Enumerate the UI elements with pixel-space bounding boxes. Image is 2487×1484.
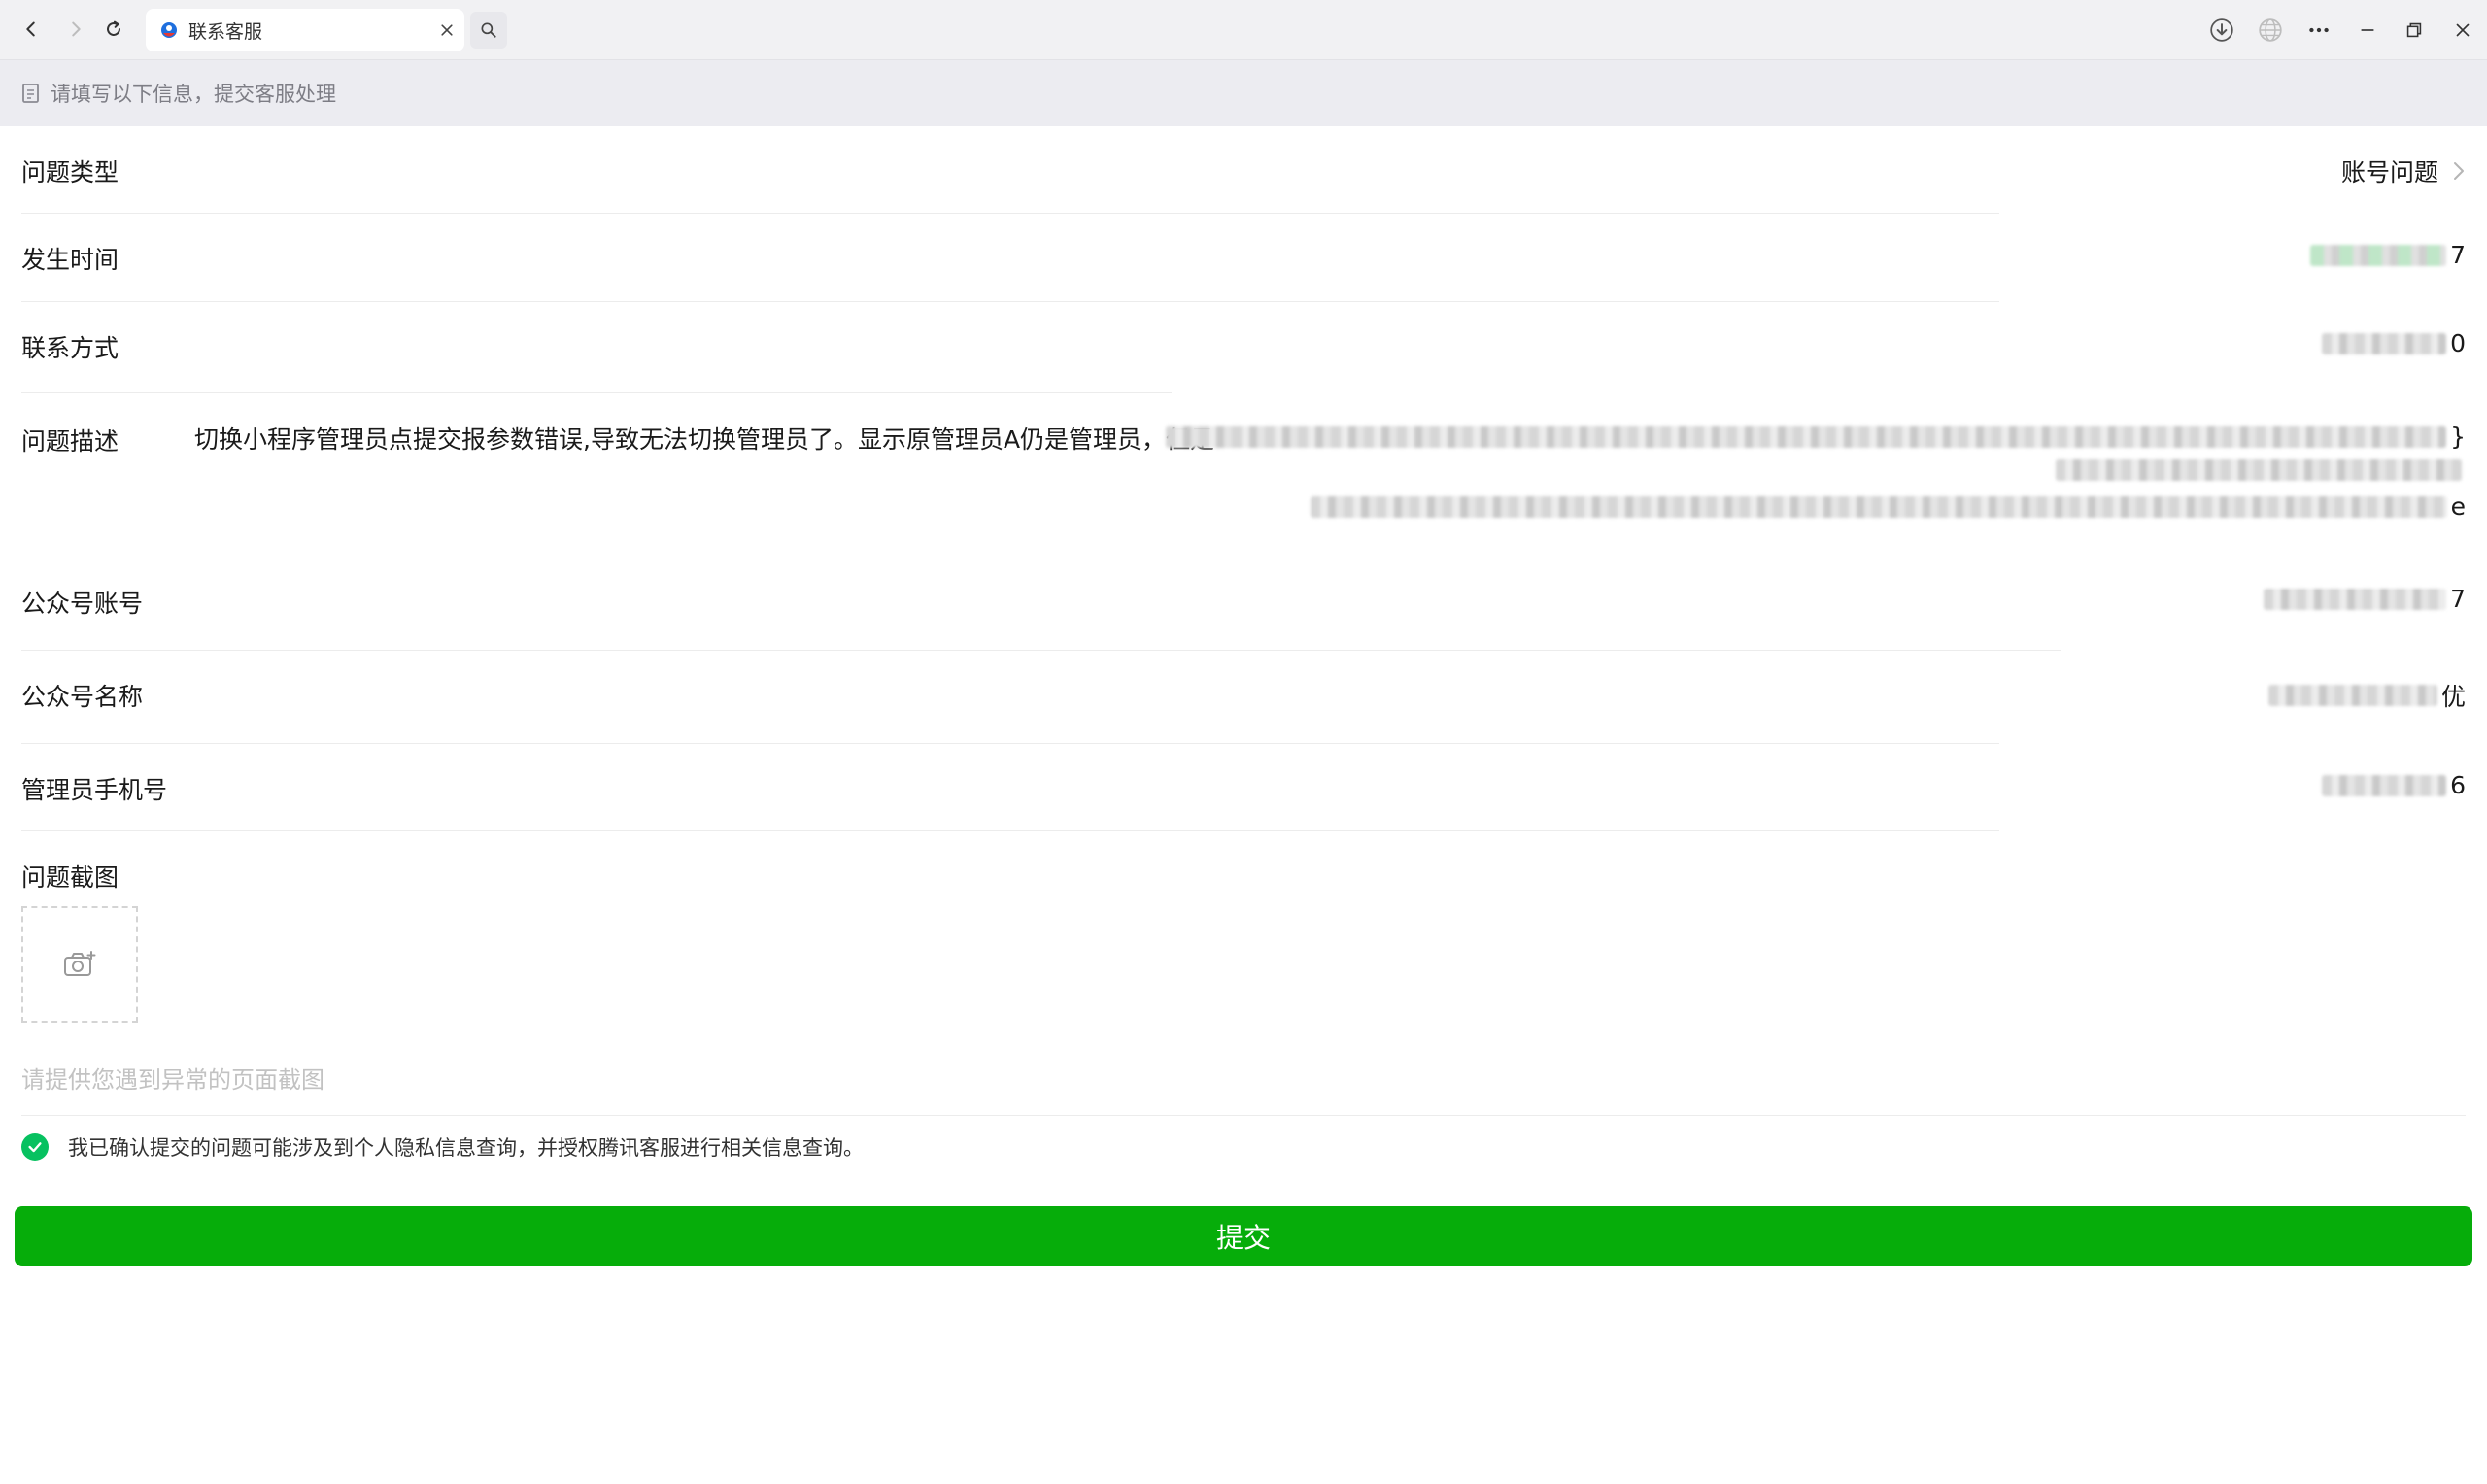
description-row[interactable]: 问题描述 切换小程序管理员点提交报参数错误,导致无法切换管理员了。显示原管理员A… <box>21 421 2466 527</box>
screenshot-upload-button[interactable] <box>21 906 138 1023</box>
description-label: 问题描述 <box>21 427 119 455</box>
description-line-3-redacted: e <box>1310 492 2466 521</box>
screenshot-row: 问题截图 <box>21 859 2466 894</box>
description-text[interactable]: 切换小程序管理员点提交报参数错误,导致无法切换管理员了。显示原管理员A仍是管理员… <box>194 421 1214 455</box>
translate-button[interactable] <box>2252 12 2289 49</box>
admin-phone-row[interactable]: 管理员手机号 6 <box>21 771 2466 806</box>
account-name-value[interactable]: 优 <box>2267 678 2466 713</box>
add-photo-icon <box>64 951 96 976</box>
tab-contact-support[interactable]: 联系客服 <box>146 9 464 51</box>
globe-icon <box>2259 18 2282 42</box>
account-name-row[interactable]: 公众号名称 优 <box>21 678 2466 713</box>
redacted-value <box>2267 685 2437 706</box>
divider <box>21 556 1172 557</box>
window-close-button[interactable] <box>2444 12 2481 49</box>
screenshot-label: 问题截图 <box>21 863 119 892</box>
redacted-value <box>2322 332 2447 354</box>
admin-phone-value[interactable]: 6 <box>2322 771 2466 799</box>
search-icon <box>481 22 496 38</box>
issue-type-value[interactable]: 账号问题 <box>2341 153 2466 188</box>
submit-button[interactable]: 提交 <box>15 1206 2472 1266</box>
window-close-icon <box>2456 23 2470 37</box>
screenshot-hint: 请提供您遇到异常的页面截图 <box>21 1066 324 1094</box>
redacted-value <box>2310 244 2447 266</box>
download-icon <box>2210 18 2233 42</box>
forward-button[interactable] <box>58 12 93 47</box>
account-row[interactable]: 公众号账号 7 <box>21 585 2466 620</box>
account-value-tail: 7 <box>2450 585 2466 613</box>
divider <box>21 301 1999 302</box>
time-row[interactable]: 发生时间 7 <box>21 241 2466 276</box>
consent-row[interactable]: 我已确认提交的问题可能涉及到个人隐私信息查询，并授权腾讯客服进行相关信息查询。 <box>21 1132 864 1162</box>
minimize-icon <box>2361 29 2374 31</box>
restore-button[interactable] <box>2396 12 2433 49</box>
close-icon <box>441 24 453 36</box>
divider <box>21 1115 2466 1116</box>
redacted-value <box>2056 459 2462 481</box>
notice-bar: 请填写以下信息，提交客服处理 <box>0 60 2487 126</box>
redacted-value <box>2264 588 2447 610</box>
redacted-value <box>1166 425 2447 448</box>
tab-title: 联系客服 <box>188 20 263 43</box>
tencent-favicon-icon <box>161 22 177 38</box>
contact-label: 联系方式 <box>21 334 119 362</box>
more-icon <box>2309 27 2329 33</box>
time-value-tail: 7 <box>2450 241 2466 269</box>
redacted-value <box>1310 495 2447 518</box>
description-line-3-tail: e <box>2450 492 2466 521</box>
contact-row[interactable]: 联系方式 0 <box>21 329 2466 364</box>
issue-type-row[interactable]: 问题类型 账号问题 <box>21 153 2466 188</box>
divider <box>21 743 1999 744</box>
more-button[interactable] <box>2300 12 2337 49</box>
divider <box>21 213 1999 214</box>
description-line-1-redacted: } <box>1166 422 2466 451</box>
download-button[interactable] <box>2203 12 2240 49</box>
tab-search-button[interactable] <box>470 12 507 49</box>
consent-text: 我已确认提交的问题可能涉及到个人隐私信息查询，并授权腾讯客服进行相关信息查询。 <box>68 1136 864 1160</box>
issue-type-label: 问题类型 <box>21 158 119 186</box>
time-value[interactable]: 7 <box>2310 241 2466 269</box>
minimize-button[interactable] <box>2349 12 2386 49</box>
issue-type-value-text: 账号问题 <box>2340 158 2438 186</box>
back-button[interactable] <box>14 12 49 47</box>
divider <box>21 392 1172 393</box>
divider <box>21 650 2061 651</box>
account-value[interactable]: 7 <box>2264 585 2466 613</box>
admin-phone-value-tail: 6 <box>2450 771 2466 799</box>
reload-button[interactable] <box>96 12 131 47</box>
browser-toolbar: 联系客服 <box>0 0 2487 60</box>
contact-value-tail: 0 <box>2450 329 2466 357</box>
reload-icon <box>107 20 120 36</box>
checkmark-icon <box>28 1142 42 1153</box>
description-line-2-redacted <box>2056 459 2466 481</box>
description-line-1-tail: } <box>2450 422 2466 451</box>
account-label: 公众号账号 <box>21 590 144 618</box>
restore-icon <box>2406 22 2422 38</box>
redacted-value <box>2322 774 2447 796</box>
notice-text: 请填写以下信息，提交客服处理 <box>51 83 336 106</box>
forward-icon <box>72 21 81 37</box>
contact-value[interactable]: 0 <box>2322 329 2466 357</box>
tab-close-button[interactable] <box>429 13 464 48</box>
document-icon <box>22 84 39 103</box>
account-name-value-tail: 优 <box>2440 683 2466 711</box>
divider <box>21 830 1999 831</box>
chevron-right-icon <box>2454 162 2464 180</box>
admin-phone-label: 管理员手机号 <box>21 776 168 804</box>
time-label: 发生时间 <box>21 246 119 274</box>
account-name-label: 公众号名称 <box>21 683 144 711</box>
back-icon <box>26 21 35 37</box>
consent-checkbox[interactable] <box>21 1133 49 1161</box>
